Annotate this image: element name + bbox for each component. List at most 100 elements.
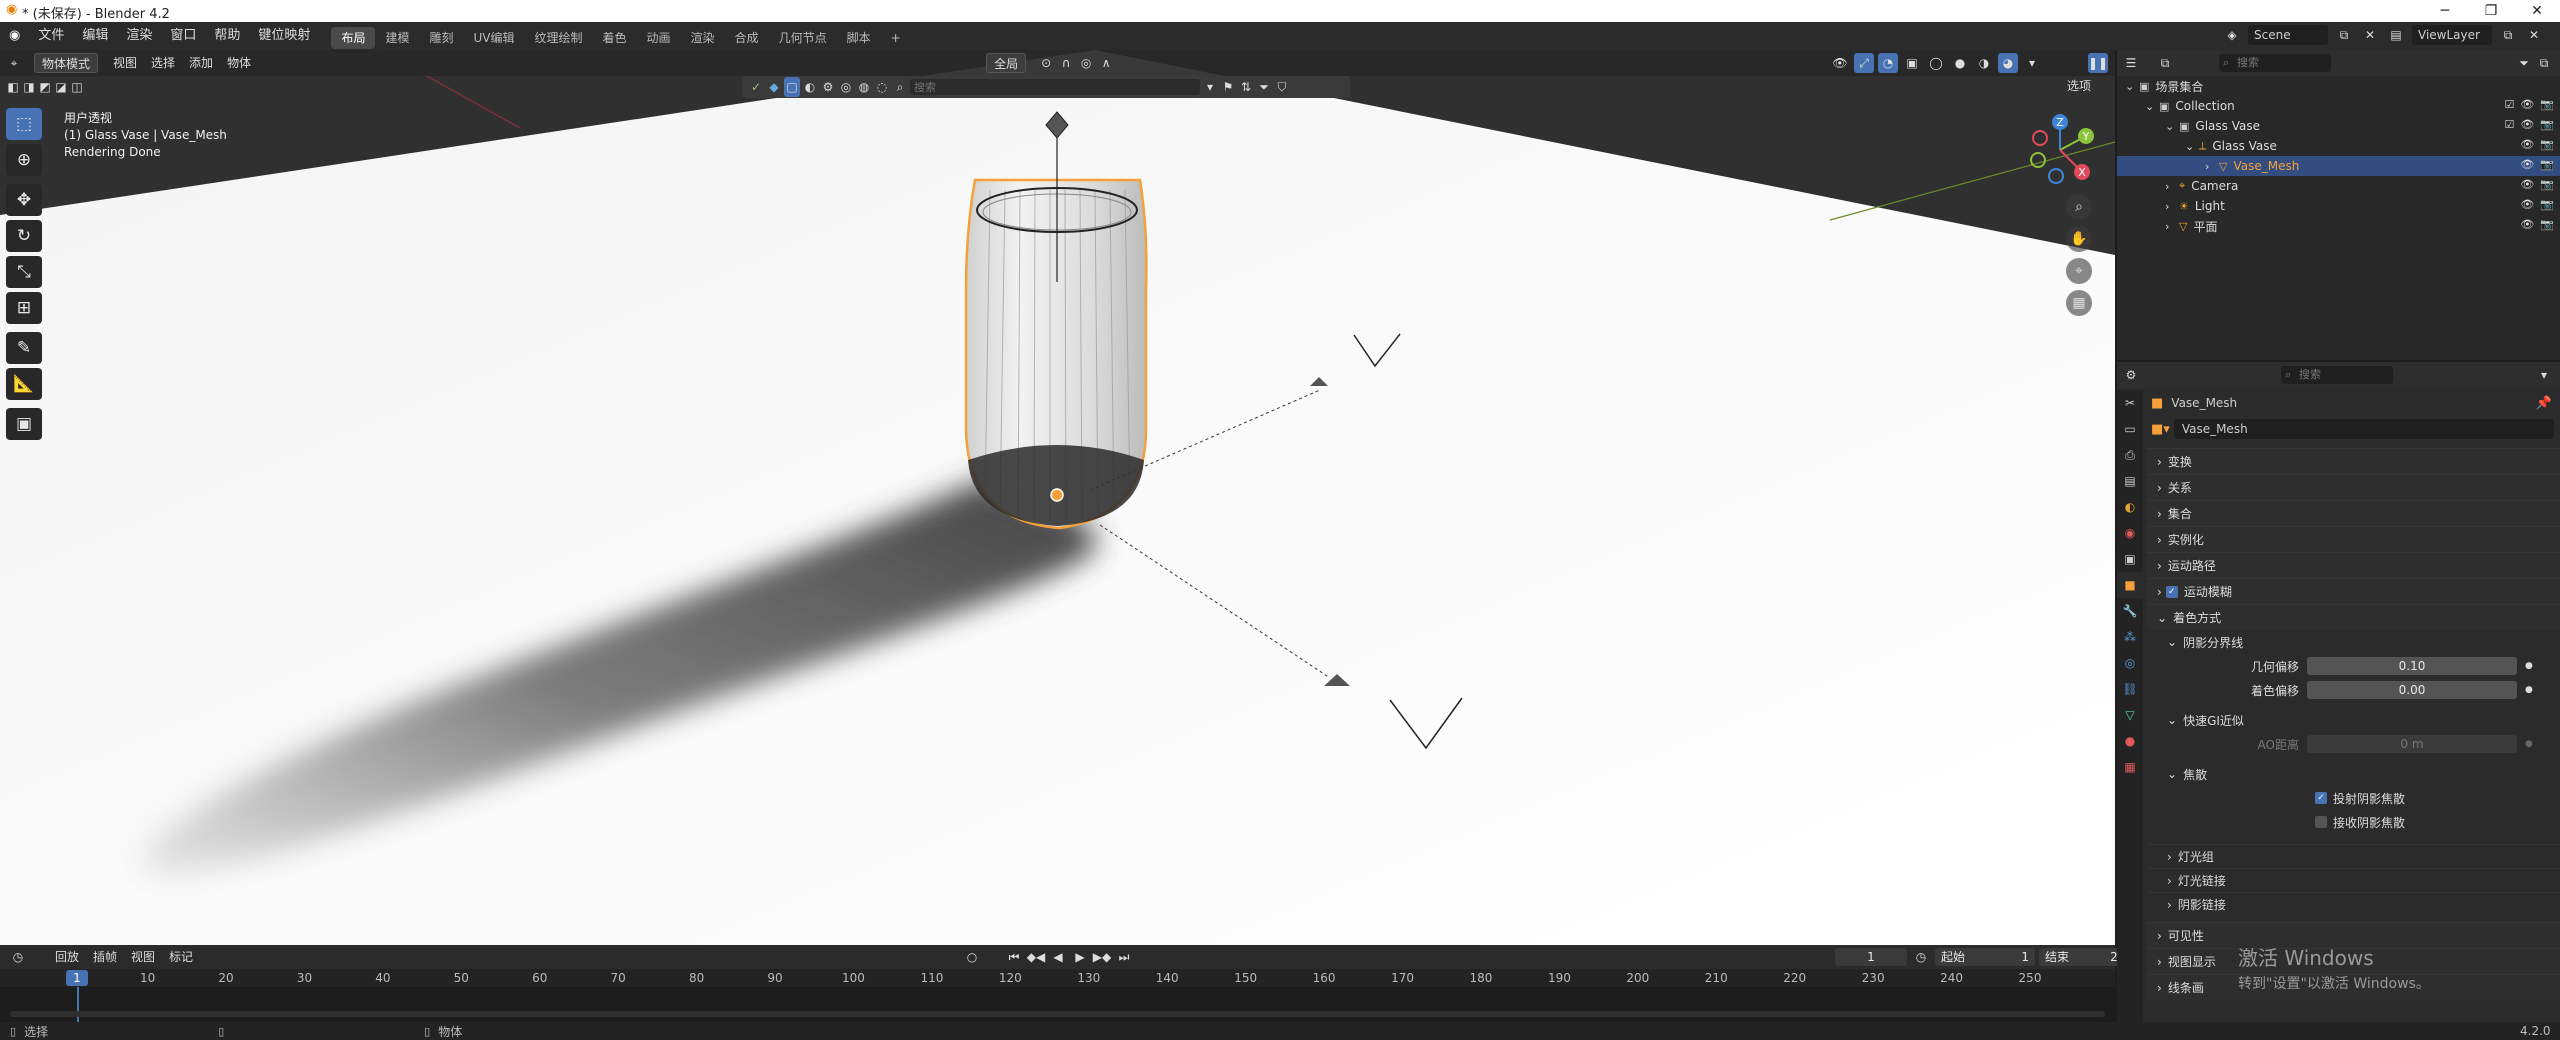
add-workspace-button[interactable]: + bbox=[881, 27, 911, 49]
menu-keying[interactable]: 插帧 bbox=[86, 947, 124, 967]
display-mode-icon[interactable]: ⧉ bbox=[2155, 53, 2175, 73]
minimize-button[interactable]: ─ bbox=[2422, 0, 2468, 22]
section-motion-blur[interactable]: › ✓ 运动模糊 bbox=[2147, 578, 2560, 604]
navigation-gizmo[interactable]: Z Y X bbox=[2020, 110, 2100, 190]
outliner-row[interactable]: ⌄ ▣ Glass Vase ☑ 👁 📷 bbox=[2117, 116, 2560, 136]
outliner-row[interactable]: ⌄ ⟂ Glass Vase 👁 📷 bbox=[2117, 136, 2560, 156]
eye-icon[interactable]: 👁 bbox=[2520, 158, 2534, 171]
constraints-tab-icon[interactable]: ⛓ bbox=[2117, 676, 2143, 702]
shading-offset-field[interactable]: 0.00 bbox=[2307, 681, 2517, 699]
sort-icon[interactable]: ⇅ bbox=[1238, 77, 1254, 97]
falloff-icon[interactable]: ∧ bbox=[1096, 53, 1116, 73]
scene-field[interactable]: Scene bbox=[2248, 25, 2328, 45]
scale-tool[interactable]: ⤡ bbox=[6, 256, 42, 288]
cursor-tool[interactable]: ⊕ bbox=[6, 144, 42, 176]
camera-icon[interactable]: 📷 bbox=[2540, 118, 2554, 131]
scene-icon[interactable]: ◈ bbox=[2222, 25, 2242, 45]
select-intersect-icon[interactable]: ◫ bbox=[70, 77, 84, 97]
motion-blur-checkbox[interactable]: ✓ bbox=[2165, 585, 2178, 598]
maximize-button[interactable]: ❐ bbox=[2468, 0, 2514, 22]
camera-icon[interactable]: 📷 bbox=[2540, 138, 2554, 151]
chevron-down-icon[interactable]: ⌄ bbox=[2165, 120, 2179, 133]
filter-search-input[interactable] bbox=[910, 79, 1200, 95]
tab-compositing[interactable]: 合成 bbox=[725, 27, 769, 49]
tab-animation[interactable]: 动画 bbox=[637, 27, 681, 49]
outliner-row[interactable]: ⌄ ▣ Collection ☑ 👁 📷 bbox=[2117, 96, 2560, 116]
select-tool[interactable]: ⬚ bbox=[6, 108, 42, 140]
animate-dot-icon[interactable]: ● bbox=[2525, 685, 2533, 695]
light-linking-header[interactable]: › 灯光链接 bbox=[2147, 868, 2560, 892]
jump-start-icon[interactable]: ⏮ bbox=[1004, 947, 1024, 967]
annotate-tool[interactable]: ✎ bbox=[6, 332, 42, 364]
move-tool[interactable]: ✥ bbox=[6, 184, 42, 216]
outliner-editor-icon[interactable]: ☰ bbox=[2121, 53, 2141, 73]
pan-hand-icon[interactable]: ✋ bbox=[2066, 226, 2092, 252]
section-instancing[interactable]: › 实例化 bbox=[2147, 526, 2560, 552]
filter-icon[interactable]: ⏷ bbox=[2514, 53, 2534, 73]
menu-add[interactable]: 添加 bbox=[182, 53, 220, 73]
cast-caustics-checkbox[interactable]: ✓ bbox=[2315, 792, 2327, 804]
new-viewlayer-icon[interactable]: ⧉ bbox=[2498, 25, 2518, 45]
record-icon[interactable]: ○ bbox=[962, 947, 982, 967]
clock-icon[interactable]: ◷ bbox=[8, 947, 28, 967]
pause-render-icon[interactable]: ❚❚ bbox=[2088, 53, 2108, 73]
camera-icon[interactable]: 📷 bbox=[2540, 218, 2554, 231]
overlay-toggle-icon[interactable]: ◔ bbox=[1878, 53, 1898, 73]
filter-icon-1[interactable]: ◆ bbox=[766, 77, 782, 97]
caustics-header[interactable]: ⌄ 焦散 bbox=[2147, 762, 2560, 786]
menu-help[interactable]: 帮助 bbox=[205, 22, 249, 50]
jump-key-forward-icon[interactable]: ▶◆ bbox=[1092, 947, 1112, 967]
viewlayer-field[interactable]: ViewLayer bbox=[2412, 25, 2492, 45]
scene-tab-icon[interactable]: ◐ bbox=[2117, 494, 2143, 520]
chevron-right-icon[interactable]: › bbox=[2165, 180, 2179, 193]
camera-view-icon[interactable]: ⌖ bbox=[2066, 258, 2092, 284]
blender-menu-icon[interactable]: ◉ bbox=[0, 22, 29, 50]
eye-icon[interactable]: 👁 bbox=[2520, 118, 2534, 131]
output-tab-icon[interactable]: ⎙ bbox=[2117, 442, 2143, 468]
chevron-down-icon[interactable]: ⌄ bbox=[2125, 80, 2139, 93]
transform-tool[interactable]: ⊞ bbox=[6, 292, 42, 324]
eye-icon[interactable]: 👁 bbox=[2520, 98, 2534, 111]
xray-icon[interactable]: ▣ bbox=[1902, 53, 1922, 73]
transform-orientation[interactable]: 全局 bbox=[986, 53, 1027, 73]
eye-icon[interactable]: 👁 bbox=[2520, 218, 2534, 231]
eye-icon[interactable]: 👁 bbox=[2520, 138, 2534, 151]
stopwatch-icon[interactable]: ◷ bbox=[1911, 947, 1931, 967]
outliner-row[interactable]: › ☀ Light 👁 📷 bbox=[2117, 196, 2560, 216]
check-icon[interactable]: ✓ bbox=[748, 77, 764, 97]
receive-caustics-checkbox[interactable] bbox=[2315, 816, 2327, 828]
material-tab-icon[interactable]: ● bbox=[2117, 728, 2143, 754]
tab-rendering[interactable]: 渲染 bbox=[681, 27, 725, 49]
material-shading-icon[interactable]: ◑ bbox=[1974, 53, 1994, 73]
particles-tab-icon[interactable]: ⁂ bbox=[2117, 624, 2143, 650]
filter-icon-7[interactable]: ◌ bbox=[874, 77, 890, 97]
select-invert-icon[interactable]: ◪ bbox=[54, 77, 68, 97]
menu-window[interactable]: 窗口 bbox=[161, 22, 205, 50]
section-motion-paths[interactable]: › 运动路径 bbox=[2147, 552, 2560, 578]
tab-texture-paint[interactable]: 纹理绘制 bbox=[524, 27, 592, 49]
viewlayer-tab-icon[interactable]: ▤ bbox=[2117, 468, 2143, 494]
zoom-icon[interactable]: ⌕ bbox=[2066, 194, 2092, 220]
gizmo-toggle-icon[interactable]: ⤢ bbox=[1854, 53, 1874, 73]
texture-tab-icon[interactable]: ▦ bbox=[2117, 754, 2143, 780]
modifier-tab-icon[interactable]: 🔧 bbox=[2117, 598, 2143, 624]
new-scene-icon[interactable]: ⧉ bbox=[2334, 25, 2354, 45]
filter-icon-4[interactable]: ⚙ bbox=[820, 77, 836, 97]
timeline-track[interactable] bbox=[0, 987, 2115, 1022]
camera-icon[interactable]: 📷 bbox=[2540, 178, 2554, 191]
viewlayer-icon[interactable]: ▤ bbox=[2386, 25, 2406, 45]
solid-shading-icon[interactable]: ● bbox=[1950, 53, 1970, 73]
3d-viewport[interactable]: ⌖ 物体模式 视图 选择 添加 物体 全局 ⊙ ∩ ◎ ∧ 👁 ⤢ ◔ ▣ ◯ … bbox=[0, 50, 2115, 945]
tab-sculpting[interactable]: 雕刻 bbox=[419, 27, 463, 49]
menu-playback[interactable]: 回放 bbox=[48, 947, 86, 967]
filter-icon-3[interactable]: ◐ bbox=[802, 77, 818, 97]
camera-icon[interactable]: 📷 bbox=[2540, 158, 2554, 171]
measure-tool[interactable]: 📐 bbox=[6, 368, 42, 400]
section-collections[interactable]: › 集合 bbox=[2147, 500, 2560, 526]
exclude-checkbox-icon[interactable]: ☑ bbox=[2504, 98, 2514, 111]
section-transform[interactable]: › 变换 bbox=[2147, 448, 2560, 474]
properties-editor-icon[interactable]: ⚙ bbox=[2121, 365, 2141, 385]
tab-layout[interactable]: 布局 bbox=[331, 26, 376, 49]
animate-dot-icon[interactable]: ● bbox=[2525, 661, 2533, 671]
animate-dot-icon[interactable]: ● bbox=[2525, 739, 2533, 749]
